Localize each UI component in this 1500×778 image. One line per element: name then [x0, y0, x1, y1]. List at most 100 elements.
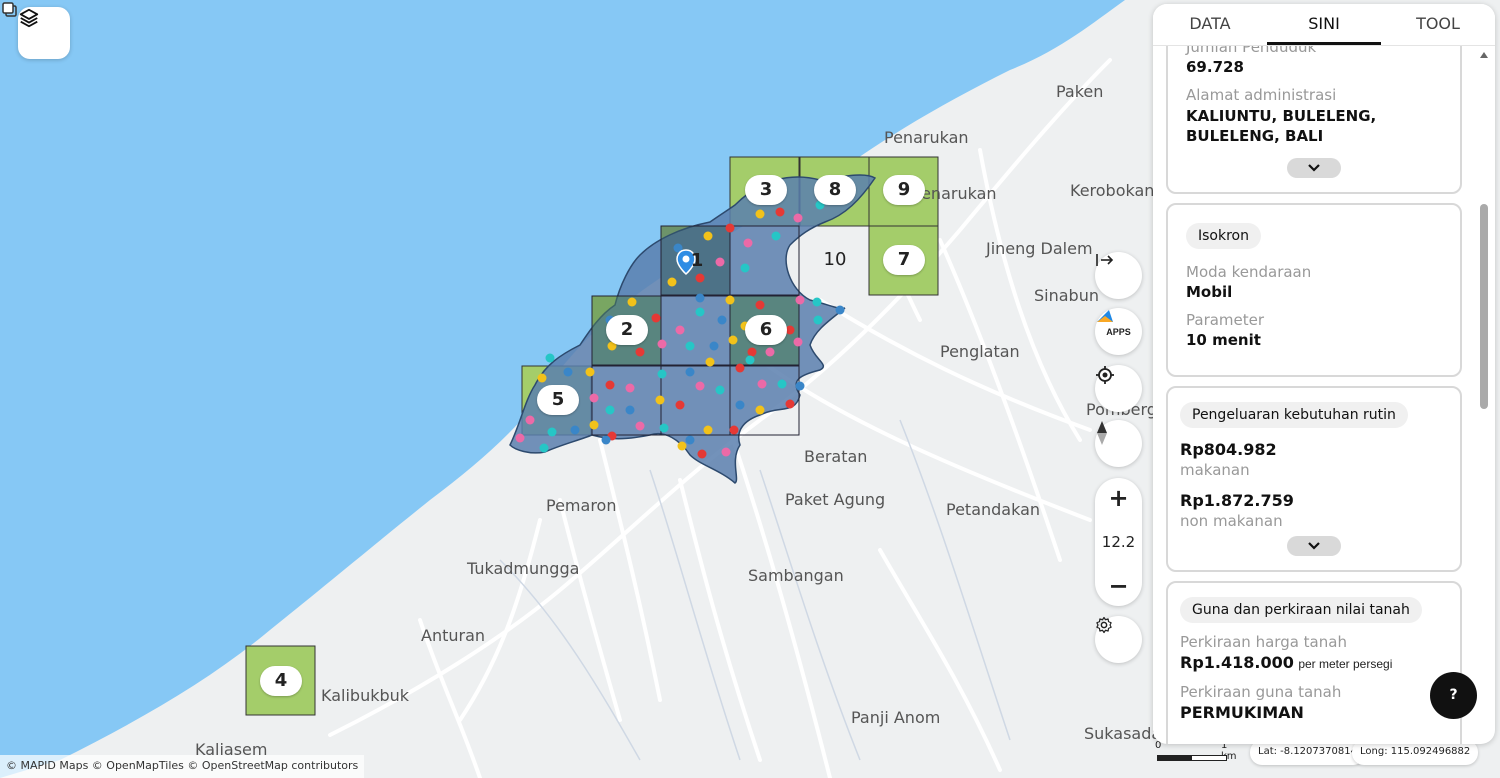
poi-marker[interactable]	[725, 295, 735, 305]
poi-marker[interactable]	[755, 209, 765, 219]
poi-marker[interactable]	[721, 447, 731, 457]
place-label: Pemaron	[546, 496, 617, 515]
poi-marker[interactable]	[659, 423, 669, 433]
poi-marker[interactable]	[563, 367, 573, 377]
grid-label-3[interactable]: 3	[745, 175, 787, 205]
poi-marker[interactable]	[537, 373, 547, 383]
poi-marker[interactable]	[685, 367, 695, 377]
poi-marker[interactable]	[695, 293, 705, 303]
poi-marker[interactable]	[677, 441, 687, 451]
poi-marker[interactable]	[685, 341, 695, 351]
tab-tool[interactable]: TOOL	[1381, 4, 1495, 45]
poi-marker[interactable]	[775, 207, 785, 217]
poi-marker[interactable]	[793, 337, 803, 347]
grid-label-8[interactable]: 8	[814, 175, 856, 205]
settings-button[interactable]	[1095, 616, 1142, 663]
apps-button[interactable]: APPS	[1095, 308, 1142, 355]
poi-marker[interactable]	[655, 395, 665, 405]
panel-body[interactable]: Jumlah Penduduk 69.728 Alamat administra…	[1153, 46, 1495, 744]
poi-marker[interactable]	[515, 433, 525, 443]
poi-marker[interactable]	[835, 305, 845, 315]
poi-marker[interactable]	[765, 347, 775, 357]
poi-marker[interactable]	[757, 379, 767, 389]
poi-marker[interactable]	[675, 325, 685, 335]
poi-marker[interactable]	[725, 223, 735, 233]
poi-marker[interactable]	[715, 385, 725, 395]
poi-marker[interactable]	[570, 425, 580, 435]
tab-sini[interactable]: SINI	[1267, 4, 1381, 45]
poi-marker[interactable]	[747, 347, 757, 357]
poi-marker[interactable]	[705, 357, 715, 367]
locate-button[interactable]	[1095, 365, 1142, 412]
poi-marker[interactable]	[525, 415, 535, 425]
poi-marker[interactable]	[589, 393, 599, 403]
scrollbar-thumb[interactable]	[1480, 204, 1488, 409]
poi-marker[interactable]	[745, 355, 755, 365]
poi-marker[interactable]	[627, 297, 637, 307]
expand-panel-button[interactable]	[1095, 252, 1142, 299]
poi-marker[interactable]	[755, 300, 765, 310]
poi-marker[interactable]	[605, 380, 615, 390]
poi-marker[interactable]	[585, 367, 595, 377]
poi-marker[interactable]	[651, 313, 661, 323]
poi-marker[interactable]	[740, 263, 750, 273]
poi-marker[interactable]	[703, 231, 713, 241]
parameter-value: 10 menit	[1186, 331, 1261, 349]
poi-marker[interactable]	[625, 383, 635, 393]
poi-marker[interactable]	[625, 405, 635, 415]
grid-label-4[interactable]: 4	[260, 666, 302, 696]
poi-marker[interactable]	[695, 381, 705, 391]
poi-marker[interactable]	[729, 425, 739, 435]
poi-marker[interactable]	[728, 335, 738, 345]
poi-marker[interactable]	[793, 213, 803, 223]
zoom-in-button[interactable]: +	[1108, 486, 1128, 510]
poi-marker[interactable]	[777, 379, 787, 389]
layers-button[interactable]	[18, 7, 70, 59]
grid-label-9[interactable]: 9	[883, 175, 925, 205]
zoom-out-button[interactable]: −	[1108, 574, 1128, 598]
poi-marker[interactable]	[735, 400, 745, 410]
poi-marker[interactable]	[635, 347, 645, 357]
poi-marker[interactable]	[709, 341, 719, 351]
poi-marker[interactable]	[545, 353, 555, 363]
poi-marker[interactable]	[539, 443, 549, 453]
grid-label-1[interactable]: 1	[676, 246, 718, 276]
poi-marker[interactable]	[735, 363, 745, 373]
expand-card-button[interactable]	[1287, 536, 1341, 556]
poi-marker[interactable]	[795, 381, 805, 391]
copy-icon[interactable]	[0, 0, 20, 20]
poi-marker[interactable]	[605, 405, 615, 415]
poi-marker[interactable]	[601, 435, 611, 445]
poi-marker[interactable]	[695, 307, 705, 317]
poi-marker[interactable]	[743, 238, 753, 248]
poi-marker[interactable]	[635, 421, 645, 431]
grid-label-6[interactable]: 6	[745, 315, 787, 345]
grid-label-5[interactable]: 5	[537, 385, 579, 415]
poi-marker[interactable]	[657, 369, 667, 379]
poi-marker[interactable]	[685, 435, 695, 445]
poi-marker[interactable]	[657, 339, 667, 349]
poi-marker[interactable]	[675, 400, 685, 410]
poi-marker[interactable]	[813, 315, 823, 325]
poi-marker[interactable]	[703, 425, 713, 435]
grid-label-10[interactable]: 10	[814, 245, 856, 275]
population-card: Jumlah Penduduk 69.728 Alamat administra…	[1166, 46, 1462, 194]
grid-label-2[interactable]: 2	[606, 315, 648, 345]
poi-marker[interactable]	[667, 277, 677, 287]
place-label: Penglatan	[940, 342, 1020, 361]
compass-button[interactable]	[1095, 420, 1142, 467]
expand-card-button[interactable]	[1287, 158, 1341, 178]
help-button[interactable]: ?	[1430, 672, 1477, 719]
poi-marker[interactable]	[717, 315, 727, 325]
tab-data[interactable]: DATA	[1153, 4, 1267, 45]
poi-marker[interactable]	[755, 405, 765, 415]
chevron-down-icon	[1308, 164, 1320, 172]
poi-marker[interactable]	[697, 449, 707, 459]
poi-marker[interactable]	[547, 427, 557, 437]
poi-marker[interactable]	[785, 399, 795, 409]
poi-marker[interactable]	[771, 231, 781, 241]
poi-marker[interactable]	[812, 297, 822, 307]
poi-marker[interactable]	[589, 420, 599, 430]
grid-label-7[interactable]: 7	[883, 245, 925, 275]
poi-marker[interactable]	[795, 295, 805, 305]
